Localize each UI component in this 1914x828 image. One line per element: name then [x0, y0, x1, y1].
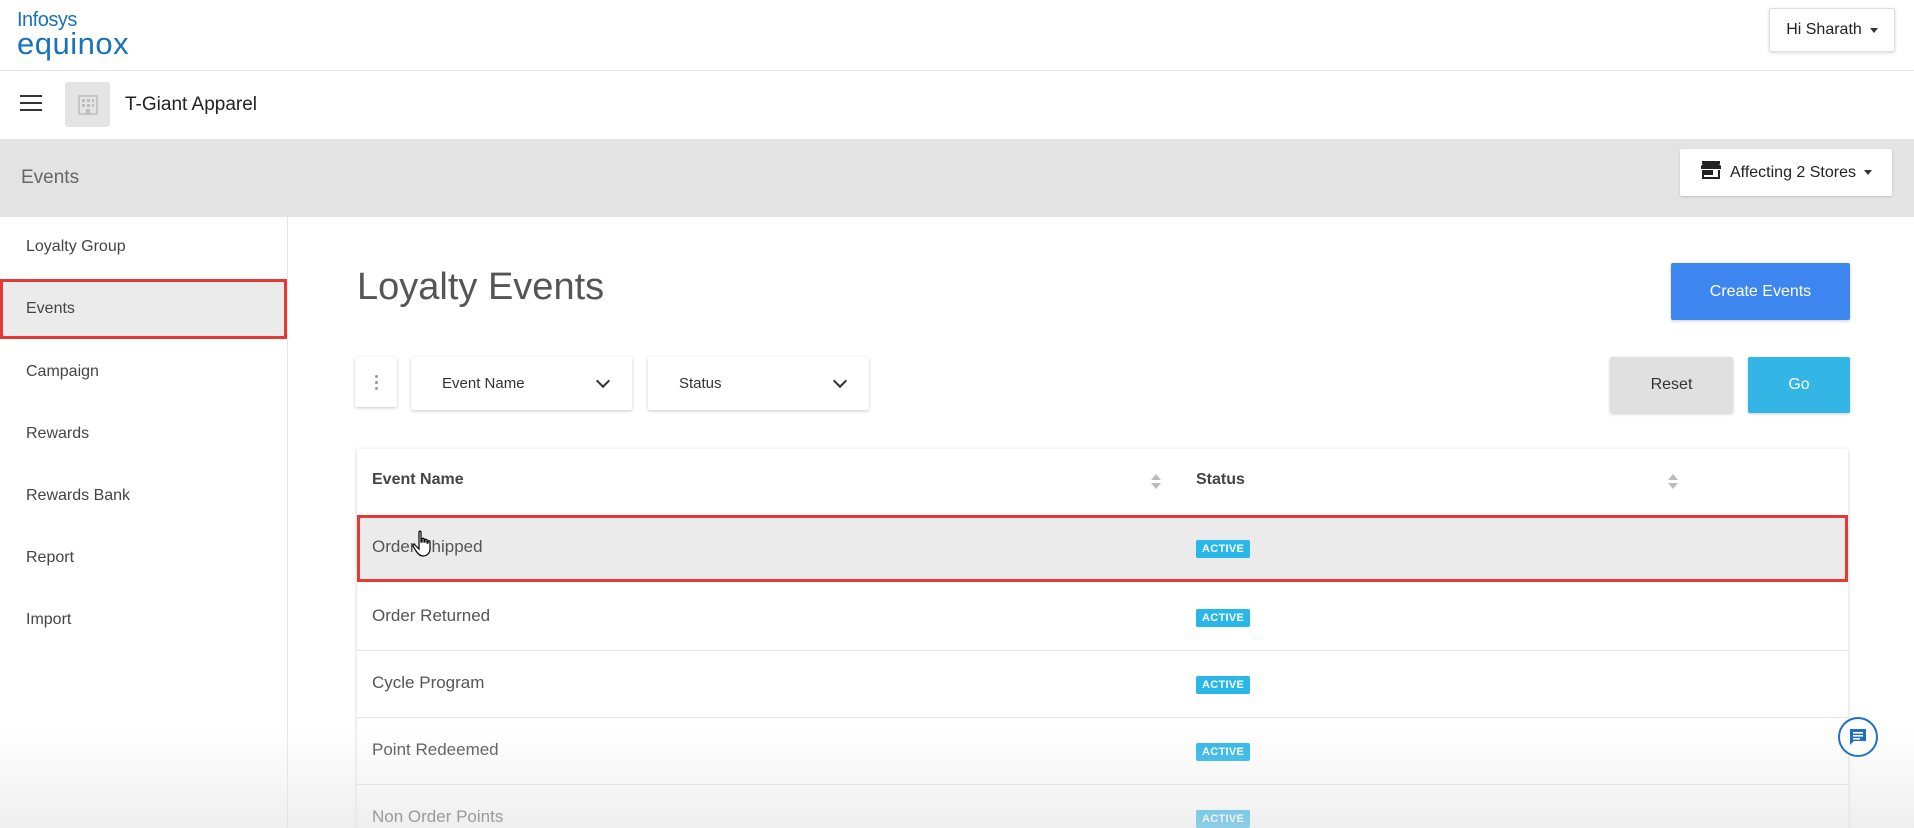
status-badge: ACTIVE	[1196, 676, 1251, 694]
menu-icon[interactable]	[20, 95, 42, 113]
affecting-stores-label: Affecting 2 Stores	[1730, 163, 1856, 181]
event-name-cell: Non Order Points	[372, 807, 504, 826]
table-row[interactable]: Non Order Points ACTIVE	[357, 785, 1848, 828]
status-badge: ACTIVE	[1196, 540, 1251, 558]
more-options-icon[interactable]	[355, 357, 397, 407]
reset-button[interactable]: Reset	[1610, 357, 1733, 413]
table-row[interactable]: Point Redeemed ACTIVE	[357, 718, 1848, 785]
page-header: Events Affecting 2 Stores	[0, 139, 1914, 217]
chevron-down-icon	[832, 373, 848, 389]
table-header: Event Name Status	[357, 449, 1848, 516]
sort-icon[interactable]	[1668, 474, 1678, 490]
caret-down-icon	[1869, 27, 1878, 33]
sidebar-item-rewards[interactable]: Rewards	[0, 404, 287, 464]
column-header-status[interactable]: Status	[1196, 471, 1245, 489]
sidebar-item-loyalty-group[interactable]: Loyalty Group	[0, 217, 287, 277]
sidebar-item-label: Rewards	[26, 425, 90, 442]
event-name-filter-label: Event Name	[442, 375, 525, 392]
event-name-cell: Order Returned	[372, 606, 491, 625]
logo-line-2: equinox	[17, 26, 130, 61]
status-filter-label: Status	[679, 375, 722, 392]
table-row[interactable]: Order Returned ACTIVE	[357, 584, 1848, 651]
column-header-event-name[interactable]: Event Name	[372, 471, 464, 489]
sort-icon[interactable]	[1151, 474, 1161, 490]
chevron-down-icon	[595, 373, 611, 389]
status-badge: ACTIVE	[1196, 743, 1251, 761]
status-badge: ACTIVE	[1196, 810, 1251, 828]
caret-down-icon	[1864, 170, 1872, 175]
infosys-equinox-logo[interactable]: Infosys equinox	[17, 10, 129, 59]
event-name-cell: Point Redeemed	[372, 740, 499, 759]
event-name-cell: Cycle Program	[372, 673, 485, 692]
go-button[interactable]: Go	[1748, 357, 1850, 413]
sidebar: Loyalty Group Events Campaign Rewards Re…	[0, 217, 288, 828]
sidebar-item-label: Events	[26, 300, 75, 317]
sidebar-item-label: Loyalty Group	[26, 238, 126, 255]
table-row[interactable]: Cycle Program ACTIVE	[357, 651, 1848, 718]
create-events-button[interactable]: Create Events	[1671, 263, 1850, 320]
affecting-stores-button[interactable]: Affecting 2 Stores	[1680, 149, 1892, 196]
building-icon	[65, 82, 110, 127]
sidebar-item-label: Rewards Bank	[26, 487, 131, 504]
chat-icon[interactable]	[1838, 717, 1878, 757]
table-row[interactable]: Order Shipped ACTIVE	[357, 515, 1848, 582]
store-icon	[1700, 160, 1722, 185]
user-menu-label: Hi Sharath	[1786, 21, 1862, 38]
main-title: Loyalty Events	[357, 266, 605, 308]
user-menu-button[interactable]: Hi Sharath	[1769, 8, 1895, 52]
sidebar-item-label: Import	[26, 611, 72, 628]
events-table: Event Name Status Order Shipped ACTIVE O…	[357, 449, 1848, 828]
page-title: Events	[21, 167, 80, 188]
event-name-filter[interactable]: Event Name	[411, 357, 632, 410]
sidebar-item-events[interactable]: Events	[0, 279, 287, 339]
hand-pointer-icon	[412, 530, 434, 558]
org-name: T-Giant Apparel	[125, 94, 258, 115]
app-bar: T-Giant Apparel	[0, 71, 1914, 139]
sidebar-item-report[interactable]: Report	[0, 528, 287, 588]
sidebar-item-rewards-bank[interactable]: Rewards Bank	[0, 466, 287, 526]
sidebar-item-label: Report	[26, 549, 75, 566]
sidebar-item-import[interactable]: Import	[0, 590, 287, 650]
top-bar: Infosys equinox Hi Sharath	[0, 0, 1914, 71]
status-filter[interactable]: Status	[648, 357, 869, 410]
sidebar-item-campaign[interactable]: Campaign	[0, 342, 287, 402]
sidebar-item-label: Campaign	[26, 363, 99, 380]
status-badge: ACTIVE	[1196, 609, 1251, 627]
